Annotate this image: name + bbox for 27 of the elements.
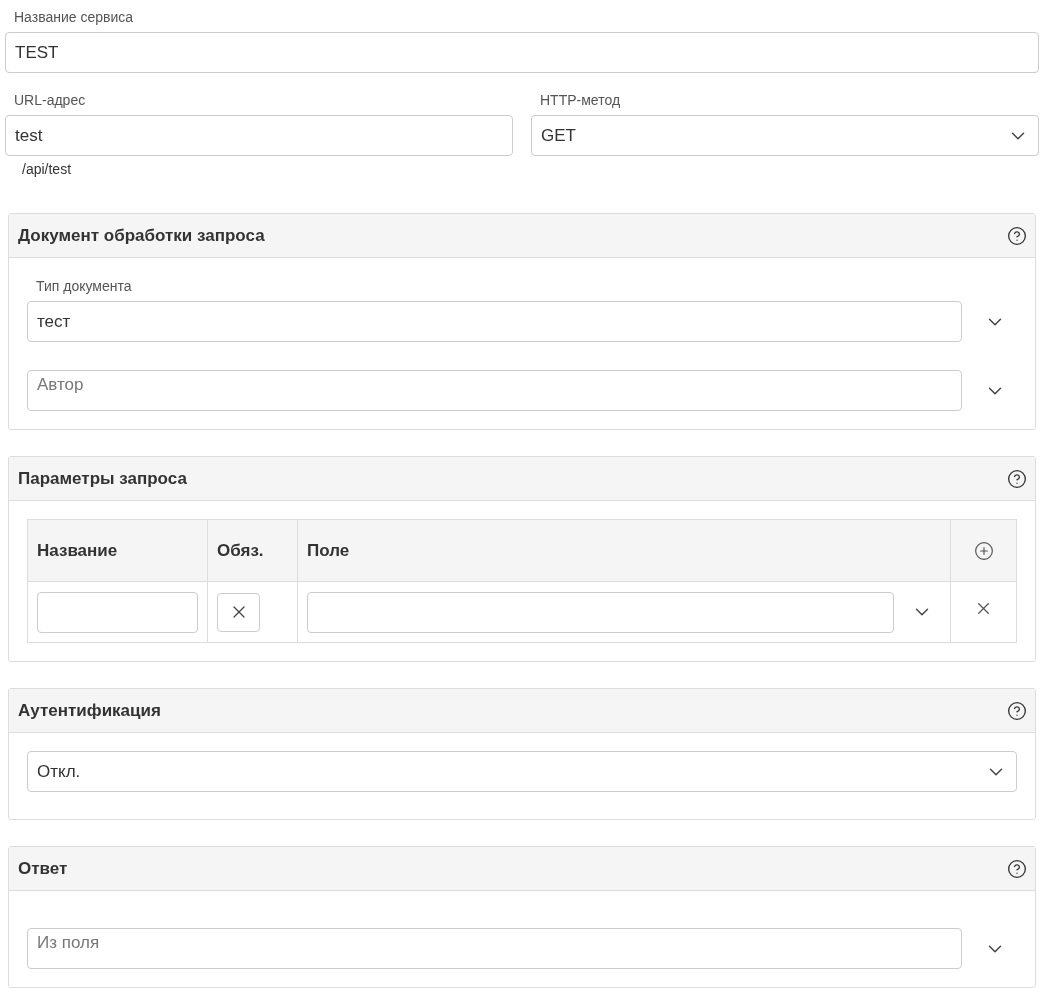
panel-title: Документ обработки запроса [18, 224, 265, 247]
column-header: Поле [297, 519, 951, 582]
select-field[interactable]: Откл. [27, 751, 1017, 792]
name-input[interactable] [37, 591, 198, 633]
help-icon[interactable] [1007, 225, 1027, 246]
service-name-input[interactable]: TEST [5, 32, 1039, 73]
field-label: URL-адрес [13, 91, 87, 110]
required-toggle[interactable] [217, 592, 260, 632]
combo-field[interactable]: Автор [27, 370, 962, 411]
panel-title: Параметры запроса [18, 467, 187, 490]
help-icon[interactable] [1007, 700, 1027, 721]
url-input[interactable]: test [5, 115, 513, 156]
panel-title: Ответ [18, 857, 68, 880]
field-label: Тип документа [35, 277, 133, 296]
plus-circle-icon [973, 540, 994, 561]
help-icon[interactable] [1007, 858, 1027, 879]
column-header: Название [27, 519, 208, 582]
select-field[interactable]: GET [531, 115, 1039, 156]
combo-field[interactable]: Из поля [27, 928, 962, 969]
panel-title: Аутентификация [18, 699, 161, 722]
field-label: HTTP-метод [539, 91, 622, 110]
url-hint: /api/test [21, 160, 73, 179]
combo-field[interactable]: тест [27, 301, 962, 342]
column-header: Обяз. [207, 519, 298, 582]
field-input[interactable] [307, 591, 894, 633]
help-icon[interactable] [1007, 468, 1027, 489]
field-label: Название сервиса [13, 8, 135, 27]
